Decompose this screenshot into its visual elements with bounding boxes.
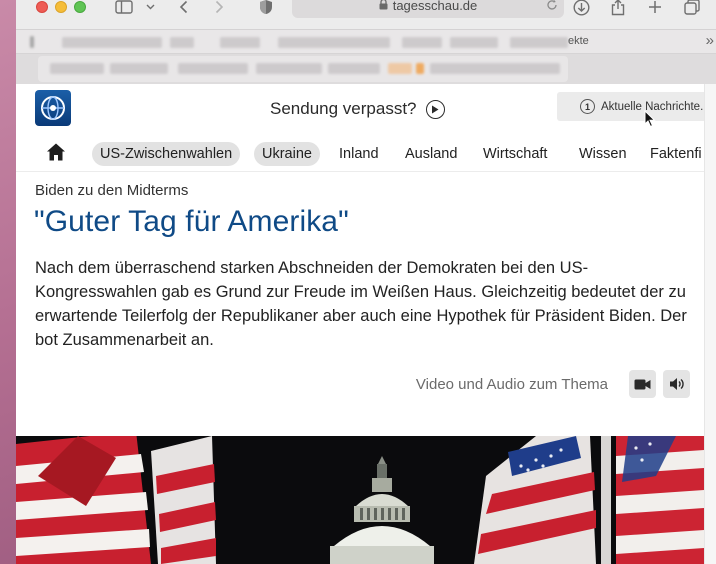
speaker-icon[interactable] — [663, 370, 690, 398]
tab-strip — [16, 54, 716, 84]
play-icon — [425, 99, 445, 119]
bookmark-item[interactable] — [278, 37, 390, 48]
tab-title — [328, 63, 380, 74]
tab-title — [110, 63, 168, 74]
missed-show-link[interactable]: Sendung verpasst? — [270, 99, 445, 119]
nav-item-ukraine[interactable]: Ukraine — [254, 142, 320, 166]
main-navigation: US-Zwischenwahlen Ukraine Inland Ausland… — [16, 134, 704, 172]
bookmark-item[interactable] — [402, 37, 442, 48]
tagesschau-logo[interactable] — [35, 90, 71, 126]
browser-chrome: tagesschau.de ekte » — [16, 0, 716, 84]
zoom-window-button[interactable] — [74, 1, 86, 13]
download-icon[interactable] — [572, 0, 590, 16]
share-icon[interactable] — [610, 0, 626, 16]
video-camera-icon[interactable] — [629, 370, 656, 398]
bookmark-item[interactable] — [62, 37, 162, 48]
mouse-pointer-icon — [644, 109, 656, 133]
missed-show-label: Sendung verpasst? — [270, 99, 417, 118]
browser-toolbar: tagesschau.de — [16, 0, 716, 30]
tab-title — [50, 63, 104, 74]
reload-icon[interactable] — [546, 0, 558, 14]
page-content: Sendung verpasst? 1 Aktuelle Nachrichte.… — [16, 84, 716, 564]
bookmark-item[interactable] — [220, 37, 260, 48]
tab-title — [178, 63, 248, 74]
shield-icon[interactable] — [258, 0, 274, 16]
media-row: Video und Audio zum Thema — [416, 370, 690, 398]
article-kicker[interactable]: Biden zu den Midterms — [35, 182, 188, 199]
chevron-right-icon[interactable] — [212, 0, 226, 16]
article-teaser[interactable]: Nach dem überraschend starken Abschneide… — [35, 256, 695, 352]
address-bar[interactable]: tagesschau.de — [292, 0, 564, 18]
plus-icon[interactable] — [647, 0, 663, 16]
media-label: Video und Audio zum Thema — [415, 375, 608, 393]
nav-item-ausland[interactable]: Ausland — [405, 142, 457, 166]
home-icon[interactable] — [46, 142, 66, 167]
drag-handle[interactable] — [30, 36, 34, 48]
sidebar-icon[interactable] — [113, 0, 135, 16]
bookmark-item[interactable] — [170, 37, 194, 48]
minimize-window-button[interactable] — [55, 1, 67, 13]
web-page: Sendung verpasst? 1 Aktuelle Nachrichte.… — [16, 84, 716, 564]
scrollbar-track[interactable] — [704, 84, 716, 564]
ard-logo-icon: 1 — [580, 99, 595, 114]
bookmark-item[interactable] — [450, 37, 498, 48]
bookmarks-bar: ekte » — [16, 30, 716, 54]
nav-item-us-zwischenwahlen[interactable]: US-Zwischenwahlen — [92, 142, 241, 166]
bookmark-label[interactable]: ekte — [568, 35, 589, 47]
tabs-overview-icon[interactable] — [683, 0, 701, 16]
current-news-button[interactable]: 1 Aktuelle Nachrichte... — [557, 92, 716, 121]
chevron-down-icon[interactable] — [144, 0, 156, 16]
nav-item-faktenfinder[interactable]: Faktenfi — [650, 142, 702, 166]
double-chevron-right-icon[interactable]: » — [706, 32, 714, 49]
tab-favicon — [416, 63, 424, 74]
chevron-left-icon[interactable] — [176, 0, 190, 16]
tab-title — [388, 63, 412, 74]
article-headline[interactable]: "Guter Tag für Amerika" — [34, 205, 349, 239]
us-flag-left — [16, 436, 216, 564]
nav-item-wissen[interactable]: Wissen — [579, 142, 627, 166]
bookmark-item[interactable] — [510, 37, 568, 48]
nav-item-wirtschaft[interactable]: Wirtschaft — [483, 142, 547, 166]
article-hero-image[interactable] — [16, 436, 704, 564]
close-window-button[interactable] — [36, 1, 48, 13]
lock-icon — [379, 0, 388, 13]
nav-item-inland[interactable]: Inland — [339, 142, 379, 166]
tab-title — [256, 63, 322, 74]
tab-title — [430, 63, 560, 74]
url-text: tagesschau.de — [392, 0, 478, 13]
